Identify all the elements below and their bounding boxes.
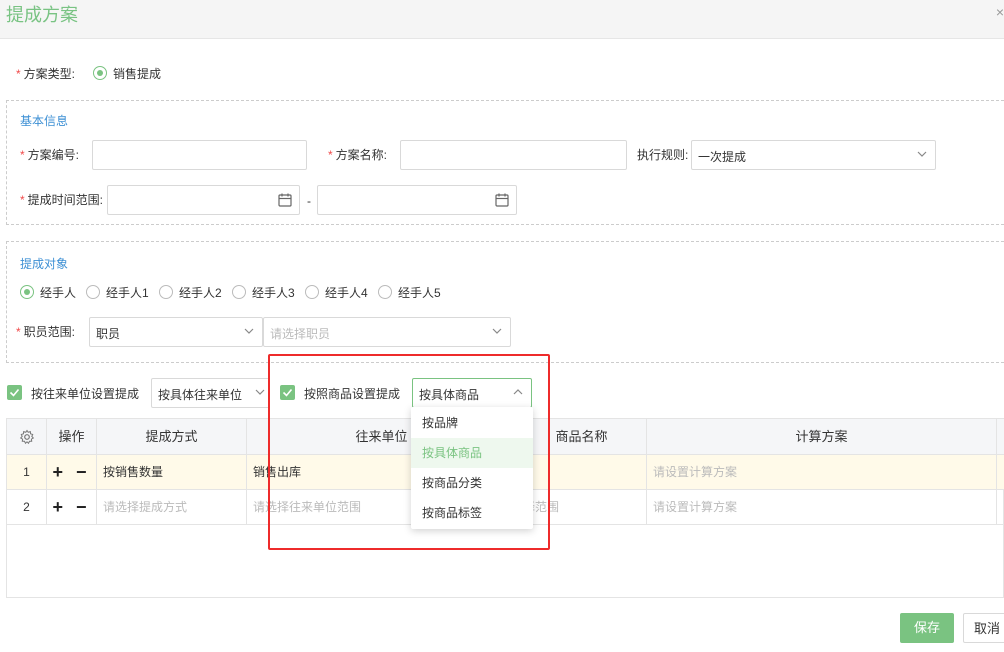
handler-radio-1[interactable] [86,285,100,299]
scheme-type-radio[interactable] [93,66,107,80]
staff-type-value: 职员 [96,327,121,341]
chevron-down-icon [255,387,265,397]
handler-radio-5[interactable] [378,285,392,299]
exec-rule-label: 执行规则: [637,148,689,162]
by-unit-select[interactable]: 按具体往来单位 [151,378,270,408]
chevron-down-icon [244,326,254,336]
staff-placeholder: 请选择职员 [270,327,331,341]
scheme-code-label: * 方案编号: [20,148,80,162]
row-index: 2 [7,490,47,525]
chevron-down-icon [492,326,502,336]
scheme-name-input[interactable] [400,140,627,170]
highlight-box [268,354,550,550]
handler-label-3: 经手人3 [252,286,295,300]
handler-label-1: 经手人1 [106,286,149,300]
scheme-name-label: * 方案名称: [328,148,388,162]
chevron-down-icon [917,149,927,159]
handler-radio-0[interactable] [20,285,34,299]
scheme-type-option: 销售提成 [113,67,162,81]
start-date-input[interactable] [107,185,300,215]
target-legend: 提成对象 [20,257,69,271]
by-unit-checkbox[interactable] [7,385,22,400]
close-icon[interactable]: × [996,4,1004,20]
cancel-button[interactable]: 取消 [963,613,1004,643]
handler-radio-4[interactable] [305,285,319,299]
row-index: 1 [7,455,47,490]
handler-label-2: 经手人2 [179,286,222,300]
calendar-icon[interactable] [277,192,293,208]
row-method[interactable]: 请选择提成方式 [97,490,247,525]
dialog-header: 提成方案 × [0,0,1004,39]
col-method: 提成方式 [97,419,247,455]
basic-info-legend: 基本信息 [20,114,69,128]
by-unit-value: 按具体往来单位 [158,388,243,402]
handler-label-4: 经手人4 [325,286,368,300]
exec-rule-value: 一次提成 [698,150,747,164]
time-range-label: * 提成时间范围: [20,193,104,207]
scheme-type-label: * 方案类型: [16,67,76,81]
gear-icon[interactable] [7,419,47,455]
handler-radio-3[interactable] [232,285,246,299]
scheme-code-input[interactable] [92,140,307,170]
row-calc[interactable]: 请设置计算方案 [647,490,997,525]
range-separator: - [307,194,311,208]
dialog-title: 提成方案 [6,5,78,25]
staff-type-select[interactable]: 职员 [89,317,263,347]
staff-select[interactable]: 请选择职员 [263,317,511,347]
exec-rule-select[interactable]: 一次提成 [691,140,936,170]
handler-label-0: 经手人 [40,286,77,300]
staff-range-label: * 职员范围: [16,325,76,339]
row-calc[interactable]: 请设置计算方案 [647,455,997,490]
col-calc: 计算方案 [647,419,997,455]
row-ops[interactable]: + − [47,455,97,490]
row-method[interactable]: 按销售数量 [97,455,247,490]
save-button[interactable]: 保存 [900,613,954,643]
handler-radio-2[interactable] [159,285,173,299]
col-ops: 操作 [47,419,97,455]
row-ops[interactable]: + − [47,490,97,525]
handler-label-5: 经手人5 [398,286,441,300]
by-unit-label: 按往来单位设置提成 [31,387,140,401]
end-date-input[interactable] [317,185,517,215]
calendar-icon[interactable] [494,192,510,208]
